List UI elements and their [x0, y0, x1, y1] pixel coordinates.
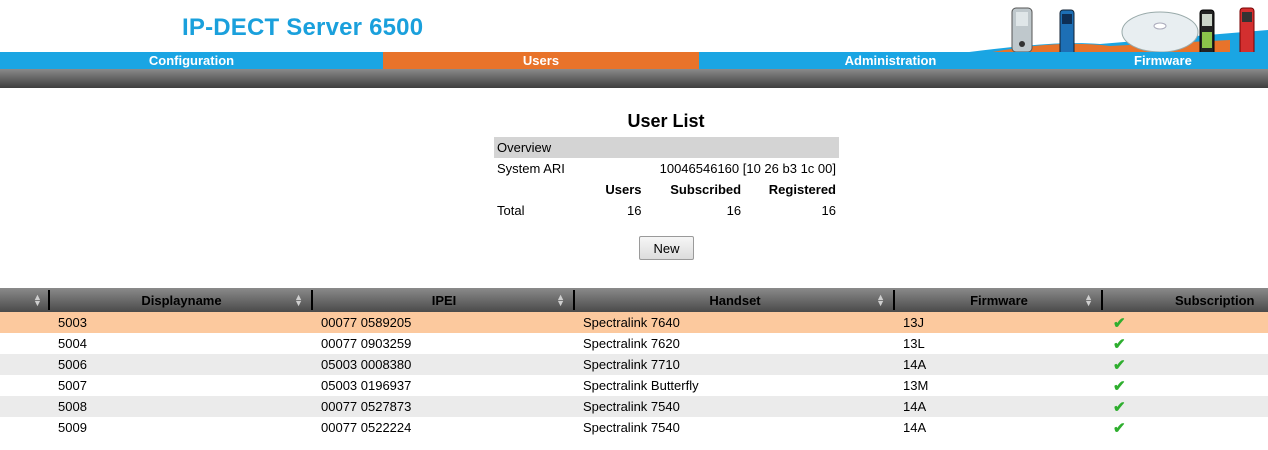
- table-row[interactable]: 5003 00077 0589205 Spectralink 7640 13J ✔: [0, 312, 1268, 333]
- cell-handset: Spectralink 7640: [575, 312, 895, 333]
- cell-firmware: 13M: [895, 375, 1103, 396]
- cell-handset: Spectralink 7540: [575, 396, 895, 417]
- sort-arrows-icon: ▲ ▼: [556, 292, 565, 308]
- checkmark-icon: ✔: [1113, 314, 1126, 332]
- cell-subscription: ✔: [1103, 333, 1268, 354]
- cell-firmware: 14A: [895, 417, 1103, 438]
- checkmark-icon: ✔: [1113, 419, 1126, 437]
- cell-displayname: 5008: [0, 396, 313, 417]
- total-registered: 16: [821, 203, 836, 218]
- new-user-button[interactable]: New: [639, 236, 694, 260]
- total-users: 16: [627, 203, 642, 218]
- sort-arrows-icon: ▲ ▼: [1084, 292, 1093, 308]
- total-label: Total: [497, 203, 525, 218]
- overview-header: Overview: [494, 137, 839, 158]
- checkmark-icon: ✔: [1113, 356, 1126, 374]
- cell-displayname: 5006: [0, 354, 313, 375]
- nav-tab-configuration[interactable]: Configuration: [0, 52, 383, 69]
- cell-ipei: 00077 0527873: [313, 396, 575, 417]
- cell-handset: Spectralink 7540: [575, 417, 895, 438]
- column-header-firmware[interactable]: Firmware ▲ ▼: [895, 288, 1103, 312]
- column-header-select[interactable]: ▲ ▼: [0, 288, 50, 312]
- col-registered-header: Registered: [768, 182, 836, 197]
- column-header-label: Displayname: [141, 292, 222, 308]
- main-nav: Configuration Users Administration Firmw…: [0, 52, 1268, 69]
- cell-displayname: 5003: [0, 312, 313, 333]
- table-row[interactable]: 5006 05003 0008380 Spectralink 7710 14A ✔: [0, 354, 1268, 375]
- cell-displayname: 5009: [0, 417, 313, 438]
- cell-firmware: 14A: [895, 396, 1103, 417]
- cell-displayname: 5004: [0, 333, 313, 354]
- checkmark-icon: ✔: [1113, 335, 1126, 353]
- sort-arrows-icon: ▲ ▼: [876, 292, 885, 308]
- table-row[interactable]: 5007 05003 0196937 Spectralink Butterfly 13…: [0, 375, 1268, 396]
- cell-displayname: 5007: [0, 375, 313, 396]
- cell-handset: Spectralink 7710: [575, 354, 895, 375]
- column-header-label: Firmware: [970, 292, 1028, 308]
- cell-firmware: 13L: [895, 333, 1103, 354]
- cell-subscription: ✔: [1103, 396, 1268, 417]
- column-header-ipei[interactable]: IPEI ▲ ▼: [313, 288, 575, 312]
- cell-firmware: 14A: [895, 354, 1103, 375]
- table-row[interactable]: 5008 00077 0527873 Spectralink 7540 14A ✔: [0, 396, 1268, 417]
- sub-nav-bar: [0, 69, 1268, 88]
- total-subscribed: 16: [726, 203, 742, 218]
- col-subscribed-header: Subscribed: [670, 182, 742, 197]
- column-header-label: IPEI: [431, 292, 457, 308]
- cell-handset: Spectralink Butterfly: [575, 375, 895, 396]
- cell-ipei: 05003 0196937: [313, 375, 575, 396]
- nav-tab-users[interactable]: Users: [383, 52, 699, 69]
- checkmark-icon: ✔: [1113, 377, 1126, 395]
- cell-subscription: ✔: [1103, 312, 1268, 333]
- cell-subscription: ✔: [1103, 354, 1268, 375]
- users-table: ▲ ▼ Displayname ▲ ▼ IPEI ▲ ▼ Handset ▲ ▼ Fir…: [0, 288, 1268, 438]
- system-ari-value: 10046546160 [10 26 b3 1c 00]: [659, 161, 836, 176]
- table-row[interactable]: 5004 00077 0903259 Spectralink 7620 13L ✔: [0, 333, 1268, 354]
- cell-ipei: 00077 0589205: [313, 312, 575, 333]
- nav-tab-administration[interactable]: Administration: [699, 52, 1082, 69]
- col-users-header: Users: [605, 182, 642, 197]
- banner-handsets-image: [900, 0, 1268, 60]
- cell-ipei: 00077 0903259: [313, 333, 575, 354]
- cell-subscription: ✔: [1103, 375, 1268, 396]
- column-header-displayname[interactable]: Displayname ▲ ▼: [50, 288, 313, 312]
- column-header-label: Handset: [709, 292, 761, 308]
- cell-handset: Spectralink 7620: [575, 333, 895, 354]
- column-header-label: Subscription: [1175, 292, 1255, 308]
- cell-ipei: 00077 0522224: [313, 417, 575, 438]
- page-title: User List: [627, 111, 705, 131]
- cell-firmware: 13J: [895, 312, 1103, 333]
- sort-arrows-icon: ▲ ▼: [33, 292, 42, 308]
- column-header-handset[interactable]: Handset ▲ ▼: [575, 288, 895, 312]
- cell-subscription: ✔: [1103, 417, 1268, 438]
- column-header-subscription[interactable]: Subscription: [1103, 288, 1268, 312]
- sort-arrows-icon: ▲ ▼: [294, 292, 303, 308]
- cell-ipei: 05003 0008380: [313, 354, 575, 375]
- nav-tab-firmware[interactable]: Firmware: [1082, 52, 1268, 69]
- app-title: IP-DECT Server 6500: [182, 14, 424, 41]
- system-ari-label: System ARI: [497, 161, 565, 176]
- overview-table: Overview System ARI 10046546160 [10 26 b…: [494, 137, 839, 221]
- table-row[interactable]: 5009 00077 0522224 Spectralink 7540 14A ✔: [0, 417, 1268, 438]
- checkmark-icon: ✔: [1113, 398, 1126, 416]
